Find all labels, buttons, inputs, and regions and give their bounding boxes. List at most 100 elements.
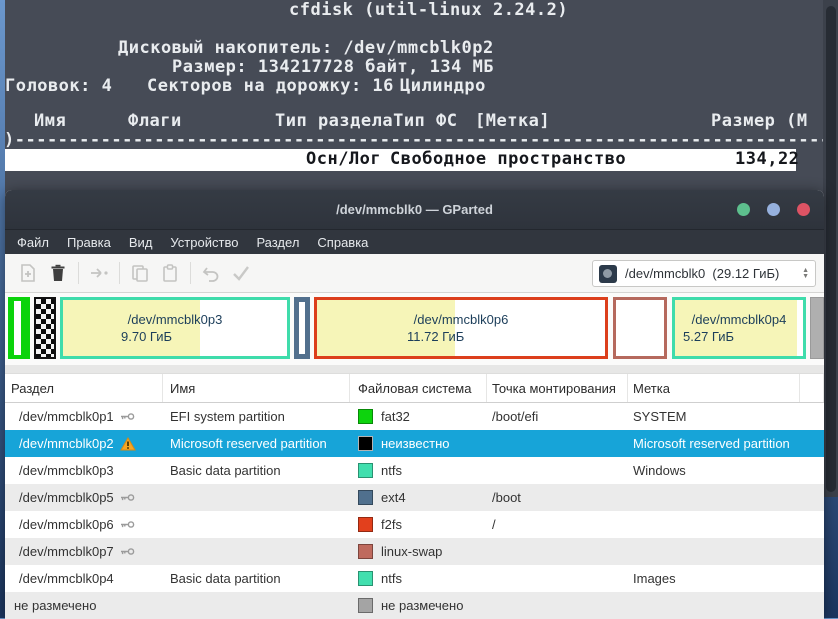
partition-size: 9.70 ГиБ [121, 329, 173, 344]
header-partition[interactable]: Раздел [5, 374, 163, 402]
partition-size: 11.72 ГиБ [407, 329, 465, 344]
fs-name: f2fs [381, 517, 402, 532]
diskbar-segment-p1[interactable] [8, 297, 30, 359]
diskbar-segment-unallocated[interactable] [810, 297, 824, 359]
warning-icon [119, 436, 136, 451]
partition-device: не размечено [14, 598, 97, 613]
fs-color-swatch [358, 598, 373, 613]
diskbar-segment-p7[interactable] [613, 297, 667, 359]
diskbar-segment-p3[interactable]: /dev/mmcblk0p3 9.70 ГиБ [60, 297, 290, 359]
partition-name: /dev/mmcblk0p6 [413, 312, 509, 327]
fs-color-swatch [358, 544, 373, 559]
partition-device: /dev/mmcblk0p1 [19, 409, 114, 424]
key-icon [120, 411, 135, 422]
table-row[interactable]: не размечено не размечено [5, 592, 824, 619]
fs-name: не размечено [381, 598, 464, 613]
cfdisk-sectors: Секторов на дорожку: 16 [147, 76, 394, 96]
copy-button[interactable] [127, 260, 153, 286]
terminal-scrollbar[interactable] [823, 0, 838, 497]
fs-name: ext4 [381, 490, 406, 505]
add-partition-button[interactable] [15, 260, 41, 286]
maximize-button[interactable] [767, 203, 780, 216]
table-row[interactable]: /dev/mmcblk0p7 linux-swap [5, 538, 824, 565]
minimize-button[interactable] [737, 203, 750, 216]
disk-icon [599, 264, 617, 283]
menu-view[interactable]: Вид [120, 235, 162, 250]
key-icon [120, 492, 135, 503]
table-row[interactable]: /dev/mmcblk0p6 f2fs / [5, 511, 824, 538]
header-size-clipped [800, 374, 824, 402]
fs-color-swatch [358, 436, 373, 451]
toolbar: /dev/mmcblk0 (29.12 ГиБ) ▲ ▼ [5, 254, 824, 293]
fs-name: неизвестно [381, 436, 450, 451]
gparted-window: /dev/mmcblk0 — GParted Файл Правка Вид У… [5, 190, 824, 619]
resize-move-button[interactable] [86, 260, 112, 286]
partition-device: /dev/mmcblk0p7 [19, 544, 114, 559]
cfdisk-row-type: Осн/Лог [306, 149, 382, 169]
fs-color-swatch [358, 571, 373, 586]
cfdisk-disk-line: Дисковый накопитель: /dev/mmcblk0p2 [118, 38, 494, 58]
diskbar-segment-p6[interactable]: /dev/mmcblk0p6 11.72 ГиБ [314, 297, 608, 359]
cfdisk-title: cfdisk (util-linux 2.24.2) [289, 0, 569, 20]
menubar: Файл Правка Вид Устройство Раздел Справк… [5, 230, 824, 254]
cfdisk-col-label: [Метка] [475, 111, 551, 131]
table-row[interactable]: /dev/mmcblk0p5 ext4 /boot [5, 484, 824, 511]
window-buttons [737, 203, 810, 216]
menu-device[interactable]: Устройство [161, 235, 247, 250]
partition-device: /dev/mmcblk0p5 [19, 490, 114, 505]
partition-device: /dev/mmcblk0p3 [19, 463, 114, 478]
partition-label: Windows [633, 463, 686, 478]
table-row[interactable]: /dev/mmcblk0p3 Basic data partition ntfs… [5, 457, 824, 484]
header-name[interactable]: Имя [163, 374, 350, 402]
menu-edit[interactable]: Правка [58, 235, 120, 250]
close-button[interactable] [797, 203, 810, 216]
cfdisk-row-fs: Свободное пространство [390, 149, 627, 169]
header-filesystem[interactable]: Файловая система [350, 374, 487, 402]
table-row-selected[interactable]: /dev/mmcblk0p2 Microsoft reserved partit… [5, 430, 824, 457]
apply-button[interactable] [228, 260, 254, 286]
terminal-scrollbar-thumb[interactable] [826, 6, 836, 492]
fs-name: ntfs [381, 571, 402, 586]
mount-point: /boot/efi [492, 409, 539, 424]
panel-gap [5, 365, 824, 373]
cfdisk-col-type-fs: Тип разделаТип ФС [275, 111, 458, 131]
menu-file[interactable]: Файл [8, 235, 58, 250]
table-row[interactable]: /dev/mmcblk0p1 EFI system partition fat3… [5, 403, 824, 430]
cfdisk-col-size: Размер (М [711, 111, 808, 131]
menu-help[interactable]: Справка [308, 235, 377, 250]
partition-size: 5.27 ГиБ [683, 329, 735, 344]
partition-name: Basic data partition [170, 571, 281, 586]
cfdisk-row-size: 134,22 [735, 149, 800, 169]
undo-button[interactable] [198, 260, 224, 286]
partition-label: Microsoft reserved partition [633, 436, 790, 451]
cfdisk-separator: )---------------------------------------… [4, 130, 831, 150]
partition-label: Images [633, 571, 676, 586]
toolbar-separator [78, 262, 79, 284]
spinner-arrows-icon[interactable]: ▲ ▼ [802, 267, 809, 280]
diskbar-segment-p2-selected[interactable] [34, 297, 56, 359]
partition-device: /dev/mmcblk0p4 [19, 571, 114, 586]
table-row[interactable]: /dev/mmcblk0p4 Basic data partition ntfs… [5, 565, 824, 592]
diskbar-segment-p4[interactable]: /dev/mmcblk0p4 5.27 ГиБ [672, 297, 806, 359]
header-mountpoint[interactable]: Точка монтирования [487, 374, 628, 402]
partition-name: Microsoft reserved partition [170, 436, 327, 451]
header-label[interactable]: Метка [628, 374, 800, 402]
partition-name: EFI system partition [170, 409, 285, 424]
gparted-titlebar[interactable]: /dev/mmcblk0 — GParted [5, 190, 824, 230]
cfdisk-highlighted-row[interactable]: Осн/Лог Свободное пространство 134,22 [5, 149, 800, 171]
toolbar-separator [190, 262, 191, 284]
fs-color-swatch [358, 409, 373, 424]
device-selector[interactable]: /dev/mmcblk0 (29.12 ГиБ) ▲ ▼ [592, 260, 816, 287]
menu-partition[interactable]: Раздел [247, 235, 308, 250]
mount-point: /boot [492, 490, 521, 505]
cfdisk-col-flags: Флаги [128, 111, 182, 131]
paste-button[interactable] [157, 260, 183, 286]
delete-partition-button[interactable] [45, 260, 71, 286]
cfdisk-cylinders: Цилиндро [400, 76, 486, 96]
fs-color-swatch [358, 463, 373, 478]
cfdisk-col-name: Имя [34, 111, 67, 131]
diskbar-segment-p5[interactable] [294, 297, 310, 359]
partition-device: /dev/mmcblk0p2 [19, 436, 114, 451]
mount-point: / [492, 517, 496, 532]
partition-name: /dev/mmcblk0p4 [691, 312, 787, 327]
